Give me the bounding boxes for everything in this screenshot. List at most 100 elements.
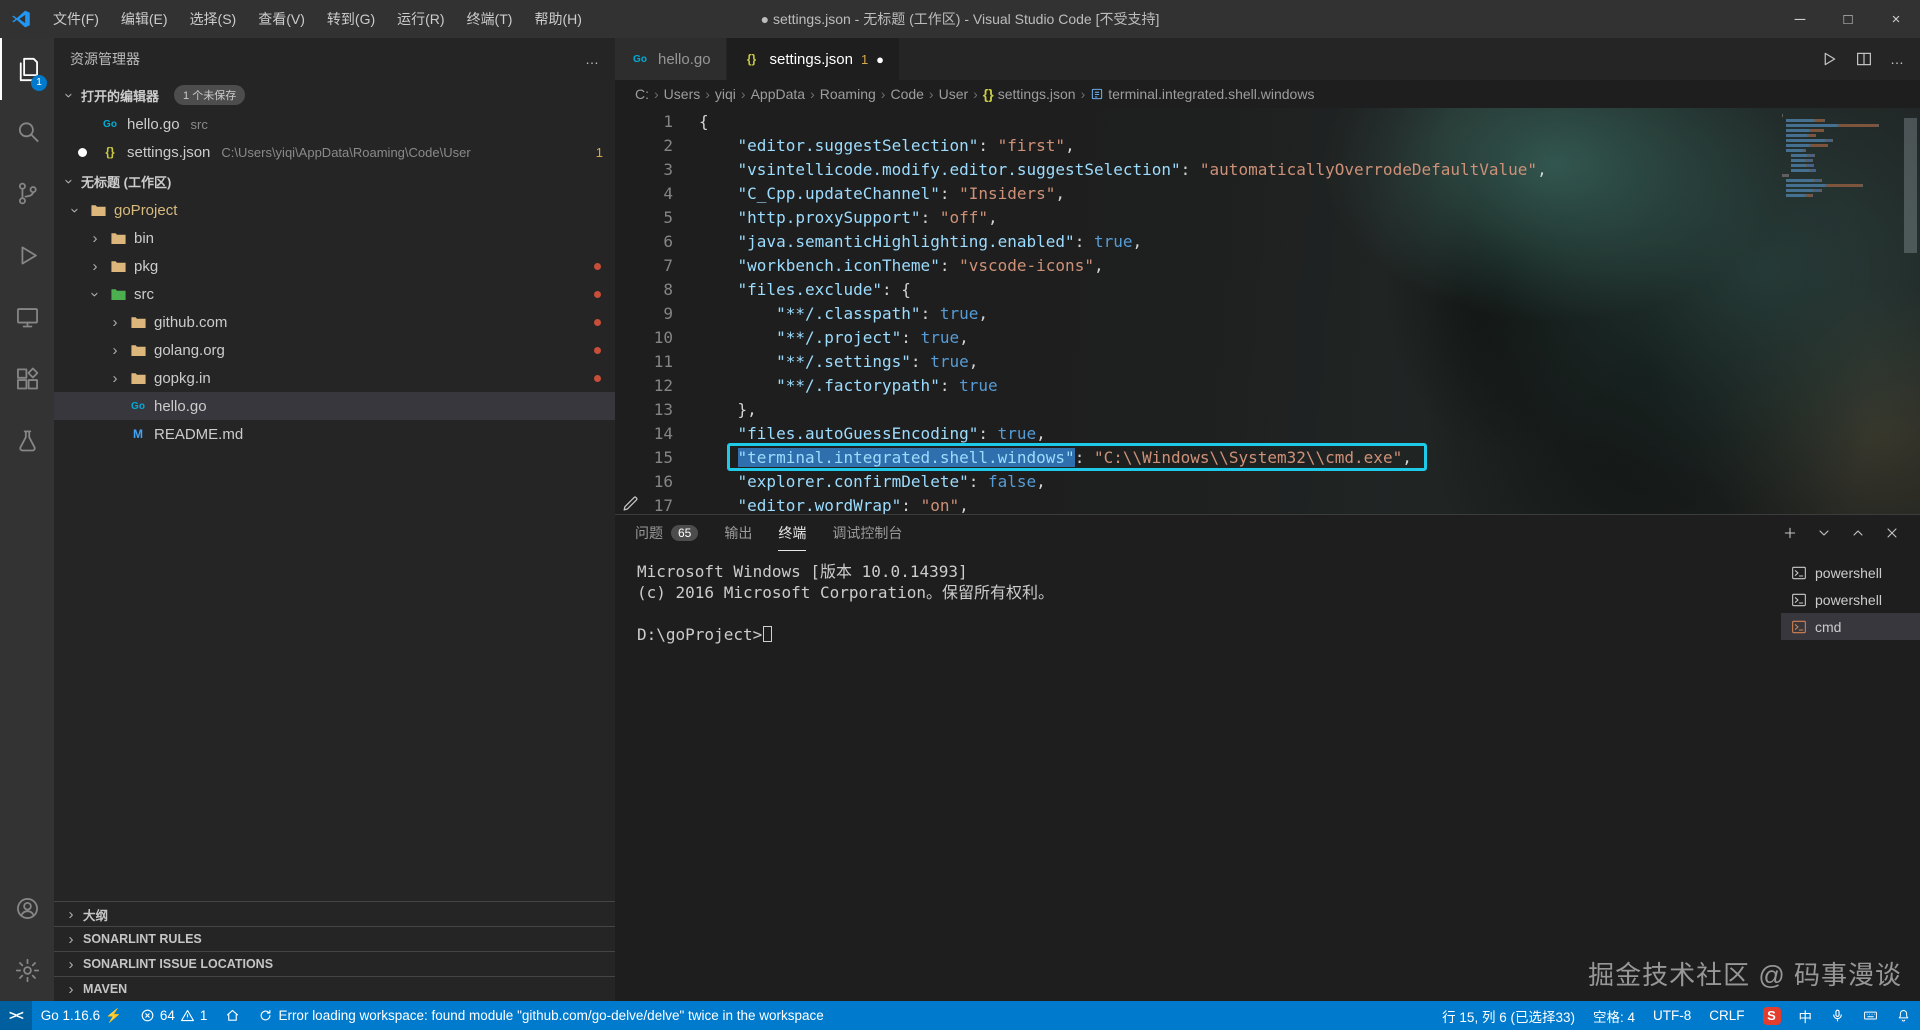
keyboard-icon[interactable] <box>1854 1001 1887 1030</box>
section-大纲[interactable]: ›大纲 <box>54 901 615 926</box>
editor-scrollbar[interactable] <box>1900 108 1920 514</box>
go-version-status[interactable]: Go 1.16.6 ⚡ <box>32 1001 131 1030</box>
code-line-12[interactable]: 12 "**/.factorypath": true <box>615 374 1920 398</box>
extensions-icon[interactable] <box>0 348 54 410</box>
search-icon[interactable] <box>0 100 54 162</box>
code-line-9[interactable]: 9 "**/.classpath": true, <box>615 302 1920 326</box>
open-editors-header[interactable]: › 打开的编辑器 1 个未保存 <box>54 80 615 110</box>
run-debug-icon[interactable] <box>0 224 54 286</box>
source-control-icon[interactable] <box>0 162 54 224</box>
breadcrumb-item[interactable]: terminal.integrated.shell.windows <box>1090 86 1314 102</box>
tree-item-src[interactable]: ›src <box>54 280 615 308</box>
menu-终端(T)[interactable]: 终端(T) <box>456 0 524 38</box>
code-line-6[interactable]: 6 "java.semanticHighlighting.enabled": t… <box>615 230 1920 254</box>
minimap[interactable] <box>1782 114 1894 199</box>
code-line-1[interactable]: 1{ <box>615 110 1920 134</box>
workspace-header[interactable]: › 无标题 (工作区) <box>54 166 615 196</box>
tree-item-pkg[interactable]: ›pkg <box>54 252 615 280</box>
section-SONARLINT ISSUE LOCATIONS[interactable]: ›SONARLINT ISSUE LOCATIONS <box>54 951 615 976</box>
menu-帮助(H)[interactable]: 帮助(H) <box>523 0 592 38</box>
open-editor-item[interactable]: Gohello.gosrc <box>54 110 615 138</box>
breadcrumb-item[interactable]: {}settings.json <box>983 86 1076 102</box>
terminal-instance-cmd[interactable]: cmd <box>1781 613 1920 640</box>
workspace-error-status[interactable]: Error loading workspace: found module "g… <box>249 1001 832 1030</box>
mic-icon[interactable] <box>1821 1001 1854 1030</box>
code-line-3[interactable]: 3 "vsintellicode.modify.editor.suggestSe… <box>615 158 1920 182</box>
tree-item-github.com[interactable]: ›github.com <box>54 308 615 336</box>
maximize-panel-button[interactable] <box>1850 525 1866 541</box>
more-actions-icon[interactable]: … <box>585 51 599 67</box>
menu-文件(F)[interactable]: 文件(F) <box>42 0 110 38</box>
panel-tab-输出[interactable]: 输出 <box>724 515 752 551</box>
new-terminal-button[interactable] <box>1782 525 1798 541</box>
code-line-13[interactable]: 13 }, <box>615 398 1920 422</box>
menu-查看(V)[interactable]: 查看(V) <box>247 0 316 38</box>
code-line-16[interactable]: 16 "explorer.confirmDelete": false, <box>615 470 1920 494</box>
tree-item-hello.go[interactable]: Gohello.go <box>54 392 615 420</box>
terminal-dropdown-icon[interactable] <box>1816 525 1832 541</box>
sogou-ime-icon[interactable]: S <box>1754 1001 1790 1030</box>
home-button[interactable] <box>216 1001 249 1030</box>
terminal-instance-powershell[interactable]: powershell <box>1781 586 1920 613</box>
code-line-10[interactable]: 10 "**/.project": true, <box>615 326 1920 350</box>
breadcrumb-item[interactable]: Users <box>664 86 701 102</box>
tree-item-golang.org[interactable]: ›golang.org <box>54 336 615 364</box>
close-button[interactable]: × <box>1872 0 1920 38</box>
tree-item-gopkg.in[interactable]: ›gopkg.in <box>54 364 615 392</box>
code-editor[interactable]: 1{2 "editor.suggestSelection": "first",3… <box>615 108 1920 514</box>
terminal-output[interactable]: Microsoft Windows [版本 10.0.14393](c) 201… <box>615 551 1781 1001</box>
scrollbar-thumb[interactable] <box>1904 118 1917 253</box>
eol-sequence[interactable]: CRLF <box>1700 1001 1753 1030</box>
breadcrumb-item[interactable]: Code <box>890 86 923 102</box>
code-line-2[interactable]: 2 "editor.suggestSelection": "first", <box>615 134 1920 158</box>
code-line-14[interactable]: 14 "files.autoGuessEncoding": true, <box>615 422 1920 446</box>
code-line-11[interactable]: 11 "**/.settings": true, <box>615 350 1920 374</box>
problems-status[interactable]: 64 1 <box>131 1001 217 1030</box>
cursor-position[interactable]: 行 15, 列 6 (已选择33) <box>1433 1001 1584 1030</box>
pencil-icon[interactable] <box>621 494 640 513</box>
remote-explorer-icon[interactable] <box>0 286 54 348</box>
tree-item-bin[interactable]: ›bin <box>54 224 615 252</box>
panel-tab-问题[interactable]: 问题65 <box>635 515 698 551</box>
ime-mode[interactable]: 中 <box>1790 1001 1822 1030</box>
run-button[interactable] <box>1820 50 1838 68</box>
split-editor-button[interactable] <box>1855 50 1873 68</box>
menu-选择(S)[interactable]: 选择(S) <box>179 0 248 38</box>
test-flask-icon[interactable] <box>0 410 54 472</box>
settings-gear-icon[interactable] <box>0 939 54 1001</box>
tree-item-README.md[interactable]: MREADME.md <box>54 420 615 448</box>
breadcrumb-item[interactable]: AppData <box>751 86 805 102</box>
indentation[interactable]: 空格: 4 <box>1584 1001 1644 1030</box>
breadcrumb-item[interactable]: Roaming <box>820 86 876 102</box>
bell-icon[interactable] <box>1887 1001 1920 1030</box>
account-icon[interactable] <box>0 877 54 939</box>
remote-indicator[interactable]: >< <box>0 1001 32 1030</box>
tab-hello.go[interactable]: Gohello.go <box>615 38 727 80</box>
code-line-8[interactable]: 8 "files.exclude": { <box>615 278 1920 302</box>
panel-tab-调试控制台[interactable]: 调试控制台 <box>832 515 902 551</box>
code-line-15[interactable]: 15 "terminal.integrated.shell.windows": … <box>615 446 1920 470</box>
encoding[interactable]: UTF-8 <box>1644 1001 1700 1030</box>
code-line-5[interactable]: 5 "http.proxySupport": "off", <box>615 206 1920 230</box>
tree-item-goProject[interactable]: ›goProject <box>54 196 615 224</box>
code-line-17[interactable]: 17 "editor.wordWrap": "on", <box>615 494 1920 514</box>
breadcrumb-item[interactable]: User <box>939 86 969 102</box>
terminal-instance-powershell[interactable]: powershell <box>1781 559 1920 586</box>
code-line-4[interactable]: 4 "C_Cpp.updateChannel": "Insiders", <box>615 182 1920 206</box>
minimize-button[interactable]: ─ <box>1776 0 1824 38</box>
panel-tab-终端[interactable]: 终端 <box>778 515 806 551</box>
more-actions-button[interactable]: … <box>1890 51 1904 67</box>
code-line-7[interactable]: 7 "workbench.iconTheme": "vscode-icons", <box>615 254 1920 278</box>
tab-settings.json[interactable]: {}settings.json1● <box>727 38 900 80</box>
explorer-icon[interactable]: 1 <box>0 38 54 100</box>
section-SONARLINT RULES[interactable]: ›SONARLINT RULES <box>54 926 615 951</box>
menu-转到(G)[interactable]: 转到(G) <box>316 0 386 38</box>
open-editor-item[interactable]: {}settings.jsonC:\Users\yiqi\AppData\Roa… <box>54 138 615 166</box>
breadcrumb-item[interactable]: C: <box>635 86 649 102</box>
maximize-button[interactable]: □ <box>1824 0 1872 38</box>
breadcrumb-item[interactable]: yiqi <box>715 86 736 102</box>
close-panel-button[interactable] <box>1884 525 1900 541</box>
menu-运行(R)[interactable]: 运行(R) <box>386 0 455 38</box>
menu-编辑(E)[interactable]: 编辑(E) <box>110 0 179 38</box>
section-MAVEN[interactable]: ›MAVEN <box>54 976 615 1001</box>
